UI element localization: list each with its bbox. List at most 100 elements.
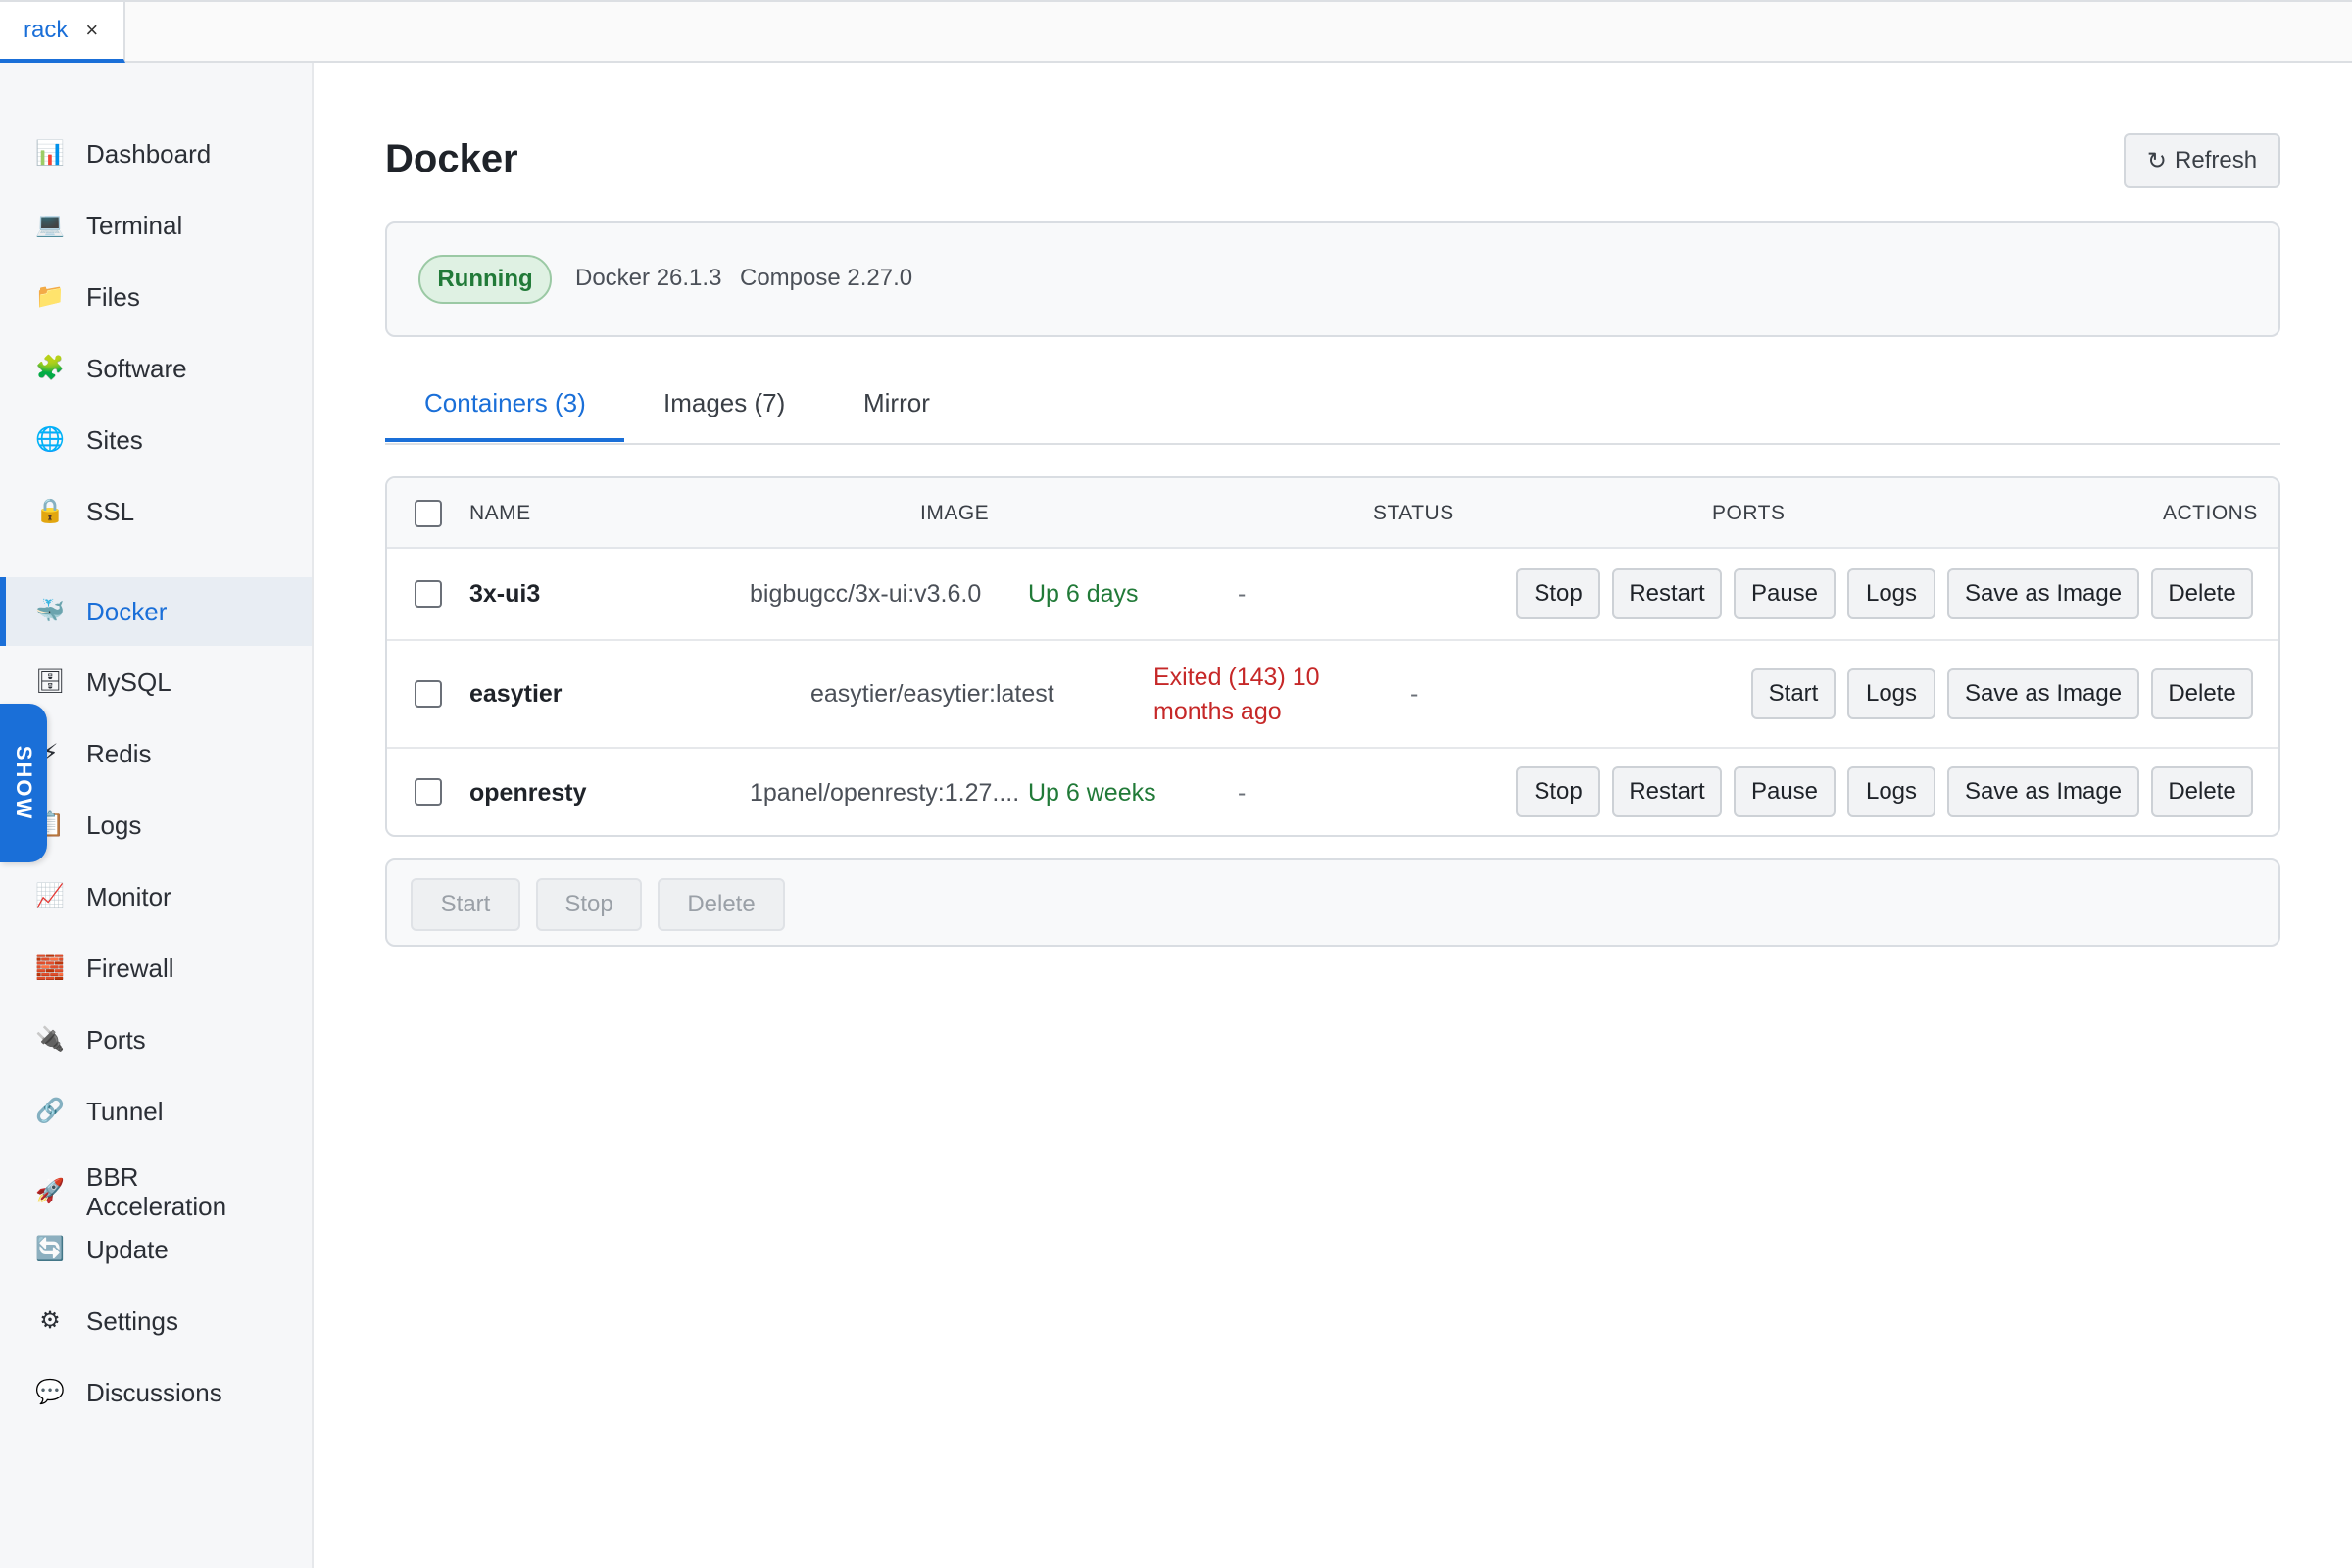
database-icon: 🗄	[34, 668, 66, 695]
whale-icon: 🐳	[35, 598, 65, 624]
sidebar-item-ssl[interactable]: 🔒 SSL	[0, 477, 312, 546]
bulk-actions-bar: Start Stop Delete	[385, 858, 2280, 947]
container-name: openresty	[469, 779, 587, 807]
sidebar-item-label: Ports	[86, 1024, 146, 1054]
speech-bubble-icon: 💬	[35, 1379, 65, 1405]
sidebar-item-sites[interactable]: 🌐 Sites	[0, 406, 312, 474]
plug-icon: 🔌	[35, 1026, 65, 1053]
docker-tabs: Containers (3) Images (7) Mirror	[385, 372, 2280, 445]
app-window: rack × 📊 Dashboard 💻 Terminal 📁 Files 🧩 …	[0, 0, 2352, 1568]
pause-button[interactable]: Pause	[1734, 568, 1836, 619]
sidebar-item-label: MySQL	[86, 666, 172, 697]
restart-button[interactable]: Restart	[1612, 766, 1722, 817]
column-header-image: IMAGE	[920, 502, 990, 524]
logs-button[interactable]: Logs	[1847, 568, 1936, 619]
sidebar-item-firewall[interactable]: 🧱 Firewall	[0, 934, 312, 1003]
sidebar-item-label: Discussions	[86, 1377, 222, 1407]
sidebar-item-label: Software	[86, 353, 187, 383]
bulk-stop-button[interactable]: Stop	[536, 878, 642, 931]
container-status-line1: Exited (143) 10	[1153, 663, 1320, 691]
column-header-status: STATUS	[1373, 502, 1454, 524]
sidebar-item-tunnel[interactable]: 🔗 Tunnel	[0, 1077, 312, 1146]
sidebar-item-discussions[interactable]: 💬 Discussions	[0, 1358, 312, 1427]
sidebar-item-label: Docker	[86, 596, 168, 626]
sidebar-item-terminal[interactable]: 💻 Terminal	[0, 191, 312, 260]
delete-button[interactable]: Delete	[2151, 766, 2253, 817]
container-name: easytier	[469, 680, 563, 708]
table-row: easytier easytier/easytier:latest Exited…	[387, 641, 2278, 749]
restart-button[interactable]: Restart	[1612, 568, 1722, 619]
sidebar-item-update[interactable]: 🔄 Update	[0, 1215, 312, 1284]
rocket-icon: 🚀	[35, 1178, 65, 1204]
lock-icon: 🔒	[35, 498, 65, 524]
save-as-image-button[interactable]: Save as Image	[1947, 766, 2139, 817]
logs-button[interactable]: Logs	[1847, 766, 1936, 817]
sidebar-item-monitor[interactable]: 📈 Monitor	[0, 862, 312, 931]
refresh-button[interactable]: ↻ Refresh	[2124, 133, 2280, 188]
container-status: Up 6 days	[1028, 580, 1139, 608]
container-image: bigbugcc/3x-ui:v3.6.0	[750, 580, 982, 608]
table-header: NAME IMAGE STATUS PORTS ACTIONS	[387, 478, 2278, 549]
bulk-delete-button[interactable]: Delete	[658, 878, 785, 931]
chart-icon: 📈	[35, 883, 65, 909]
tab-containers[interactable]: Containers (3)	[424, 388, 586, 418]
sidebar-item-ports[interactable]: 🔌 Ports	[0, 1005, 312, 1074]
sidebar-item-docker[interactable]: 🐳 Docker	[0, 577, 312, 646]
column-header-ports: PORTS	[1712, 502, 1786, 524]
sidebar-item-software[interactable]: 🧩 Software	[0, 334, 312, 403]
save-as-image-button[interactable]: Save as Image	[1947, 568, 2139, 619]
container-name: 3x-ui3	[469, 580, 541, 608]
window-tab-bar: rack ×	[0, 0, 2352, 63]
table-row: openresty 1panel/openresty:1.27.... Up 6…	[387, 749, 2278, 835]
sidebar-item-label: Update	[86, 1234, 169, 1264]
sidebar-item-label: Files	[86, 281, 140, 312]
start-button[interactable]: Start	[1751, 668, 1836, 719]
sidebar-item-label: Tunnel	[86, 1096, 164, 1126]
show-tab-label: SHOW	[12, 745, 37, 821]
status-badge: Running	[418, 255, 552, 304]
page-title: Docker	[385, 137, 518, 180]
compose-version: Compose 2.27.0	[740, 265, 913, 291]
pause-button[interactable]: Pause	[1734, 766, 1836, 817]
container-status-line2: months ago	[1153, 698, 1282, 725]
container-status: Up 6 weeks	[1028, 779, 1156, 807]
save-as-image-button[interactable]: Save as Image	[1947, 668, 2139, 719]
refresh-icon: 🔄	[35, 1236, 65, 1262]
computer-icon: 💻	[35, 212, 65, 238]
window-tab-label: rack	[24, 17, 69, 43]
stop-button[interactable]: Stop	[1516, 568, 1600, 619]
brick-icon: 🧱	[35, 955, 65, 981]
link-icon: 🔗	[35, 1098, 65, 1124]
window-tab-rack[interactable]: rack ×	[0, 2, 125, 63]
delete-button[interactable]: Delete	[2151, 668, 2253, 719]
stop-button[interactable]: Stop	[1516, 766, 1600, 817]
sidebar-item-label: Firewall	[86, 953, 174, 983]
row-checkbox[interactable]	[415, 680, 442, 708]
refresh-button-label: Refresh	[2175, 147, 2258, 173]
container-image: 1panel/openresty:1.27....	[750, 779, 1020, 807]
container-ports: -	[1238, 580, 1247, 608]
sidebar-item-files[interactable]: 📁 Files	[0, 263, 312, 331]
sidebar-item-label: Logs	[86, 809, 142, 840]
sidebar-item-label: Settings	[86, 1305, 178, 1336]
sidebar-item-label: BBR Acceleration	[86, 1162, 226, 1221]
sidebar-item-label: Redis	[86, 738, 152, 768]
sidebar-item-dashboard[interactable]: 📊 Dashboard	[0, 120, 312, 188]
bulk-start-button[interactable]: Start	[411, 878, 520, 931]
tab-images[interactable]: Images (7)	[663, 388, 785, 418]
row-checkbox[interactable]	[415, 580, 442, 608]
table-row: 3x-ui3 bigbugcc/3x-ui:v3.6.0 Up 6 days -…	[387, 549, 2278, 641]
select-all-checkbox[interactable]	[415, 500, 442, 527]
show-panel-tab[interactable]: SHOW	[0, 704, 47, 862]
sidebar-item-settings[interactable]: ⚙ Settings	[0, 1287, 312, 1355]
delete-button[interactable]: Delete	[2151, 568, 2253, 619]
sidebar-item-label: SSL	[86, 496, 135, 526]
row-checkbox[interactable]	[415, 778, 442, 806]
sidebar-item-mysql[interactable]: 🗄 MySQL	[0, 648, 312, 716]
gear-icon: ⚙	[39, 1307, 61, 1334]
close-icon[interactable]: ×	[85, 18, 98, 43]
tab-mirror[interactable]: Mirror	[863, 388, 930, 418]
logs-button[interactable]: Logs	[1847, 668, 1936, 719]
containers-table: NAME IMAGE STATUS PORTS ACTIONS 3x-ui3 b…	[385, 476, 2280, 837]
container-ports: -	[1410, 680, 1419, 708]
